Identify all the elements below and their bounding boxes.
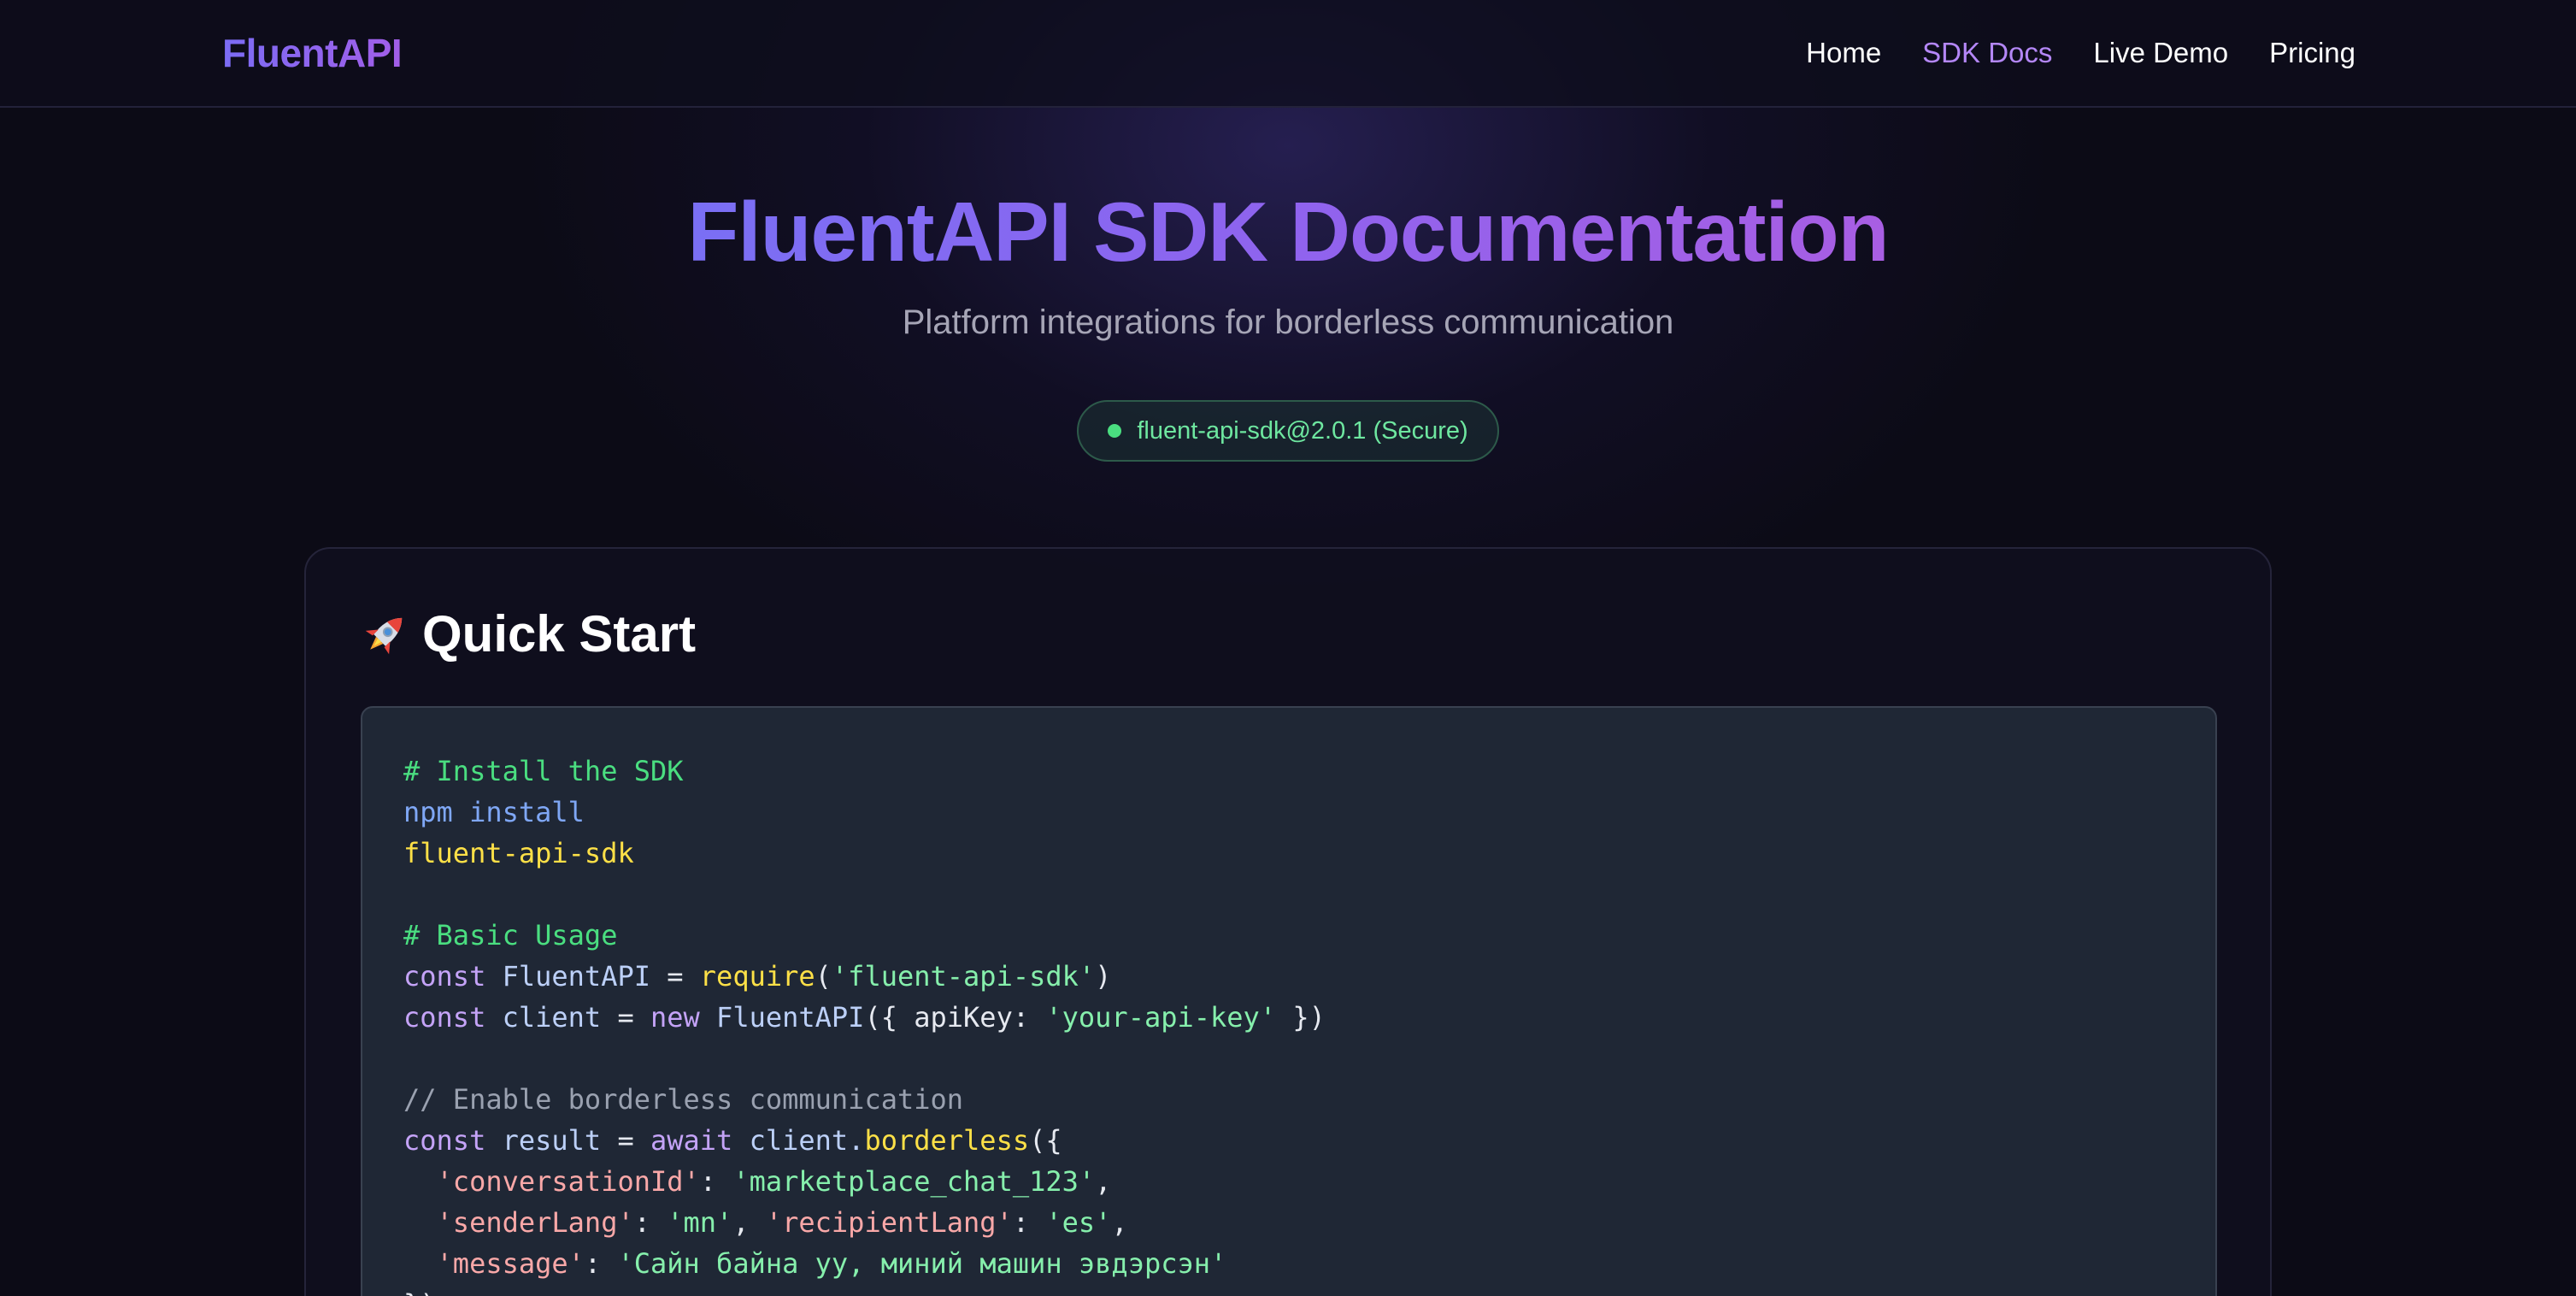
page-subtitle: Platform integrations for borderless com… [902, 303, 1674, 341]
code-token: = [601, 1124, 650, 1157]
code-line-6: const FluentAPI = require('fluent-api-sd… [403, 956, 2174, 997]
code-token: 'marketplace_chat_123' [732, 1165, 1096, 1198]
code-token: 'fluent-api-sdk' [831, 960, 1096, 993]
nav-links: Home SDK Docs Live Demo Pricing [1806, 32, 2355, 74]
quick-start-title: Quick Start [422, 605, 697, 663]
rocket-icon [365, 617, 403, 655]
code-token: const [403, 1124, 486, 1157]
code-token: FluentAPI [485, 960, 650, 993]
top-nav: FluentAPI Home SDK Docs Live Demo Pricin… [0, 0, 2576, 108]
code-token: ) [1095, 960, 1112, 993]
code-token: = [650, 960, 700, 993]
page-title-text: FluentAPI SDK Documentation [687, 185, 1890, 279]
code-token: 'mn' [667, 1206, 733, 1239]
code-line-14: }) [403, 1284, 2174, 1296]
code-token: FluentAPI [699, 1001, 865, 1034]
code-token: 'senderLang' [403, 1206, 634, 1239]
code-line-7: const client = new FluentAPI({ apiKey: '… [403, 997, 2174, 1038]
code-token: 'conversationId' [403, 1165, 700, 1198]
code-line-9: // Enable borderless communication [403, 1083, 964, 1116]
code-token: , [1095, 1165, 1112, 1198]
code-token: ({ apiKey: [864, 1001, 1046, 1034]
code-token: await [650, 1124, 733, 1157]
code-token: result [485, 1124, 602, 1157]
status-dot-icon [1108, 424, 1122, 438]
nav-link-home[interactable]: Home [1806, 32, 1881, 74]
code-line-3: fluent-api-sdk [403, 837, 634, 869]
code-token: 'recipientLang' [765, 1206, 1013, 1239]
code-token: require [699, 960, 815, 993]
code-token: 'your-api-key' [1045, 1001, 1277, 1034]
quick-start-heading: Quick Start [359, 602, 696, 667]
code-token: ( [815, 960, 832, 993]
code-token: , [1111, 1206, 1128, 1239]
code-line-5: # Basic Usage [403, 919, 618, 951]
code-token: : [584, 1247, 618, 1280]
code-token: client [485, 1001, 602, 1034]
code-token: : [633, 1206, 668, 1239]
code-token: = [601, 1001, 650, 1034]
code-token: }) [1276, 1001, 1326, 1034]
code-token: const [403, 960, 486, 993]
code-line-2: npm install [403, 796, 585, 828]
code-line-1: # Install the SDK [403, 755, 684, 787]
code-line-10: const result = await client.borderless({ [403, 1120, 2174, 1161]
code-line-11: 'conversationId': 'marketplace_chat_123'… [403, 1161, 2174, 1202]
code-block[interactable]: # Install the SDK npm install fluent-api… [361, 706, 2217, 1296]
code-token: new [650, 1001, 700, 1034]
nav-link-sdk-docs[interactable]: SDK Docs [1922, 32, 2052, 74]
version-badge-wrap: fluent-api-sdk@2.0.1 (Secure) [0, 400, 2576, 462]
code-token: borderless [864, 1124, 1030, 1157]
code-token: client. [732, 1124, 865, 1157]
code-token: const [403, 1001, 486, 1034]
version-badge: fluent-api-sdk@2.0.1 (Secure) [1077, 400, 1499, 462]
page-title: FluentAPI SDK Documentation [0, 181, 2576, 282]
quick-start-card: Quick Start # Install the SDK npm instal… [304, 547, 2272, 1296]
code-line-13: 'message': 'Сайн байна уу, миний машин э… [403, 1243, 2174, 1284]
page: FluentAPI Home SDK Docs Live Demo Pricin… [0, 0, 2576, 1296]
version-badge-text: fluent-api-sdk@2.0.1 (Secure) [1137, 417, 1468, 445]
code-token: : [1012, 1206, 1046, 1239]
nav-link-pricing[interactable]: Pricing [2269, 32, 2355, 74]
brand-logo[interactable]: FluentAPI [222, 29, 403, 77]
code-line-12: 'senderLang': 'mn', 'recipientLang': 'es… [403, 1202, 2174, 1243]
code-token: 'es' [1045, 1206, 1112, 1239]
nav-link-live-demo[interactable]: Live Demo [2093, 32, 2228, 74]
code-token: : [699, 1165, 733, 1198]
code-token: 'Сайн байна уу, миний машин эвдэрсэн' [617, 1247, 1227, 1280]
code-token: , [732, 1206, 766, 1239]
code-token: ({ [1029, 1124, 1062, 1157]
code-token: 'message' [403, 1247, 585, 1280]
